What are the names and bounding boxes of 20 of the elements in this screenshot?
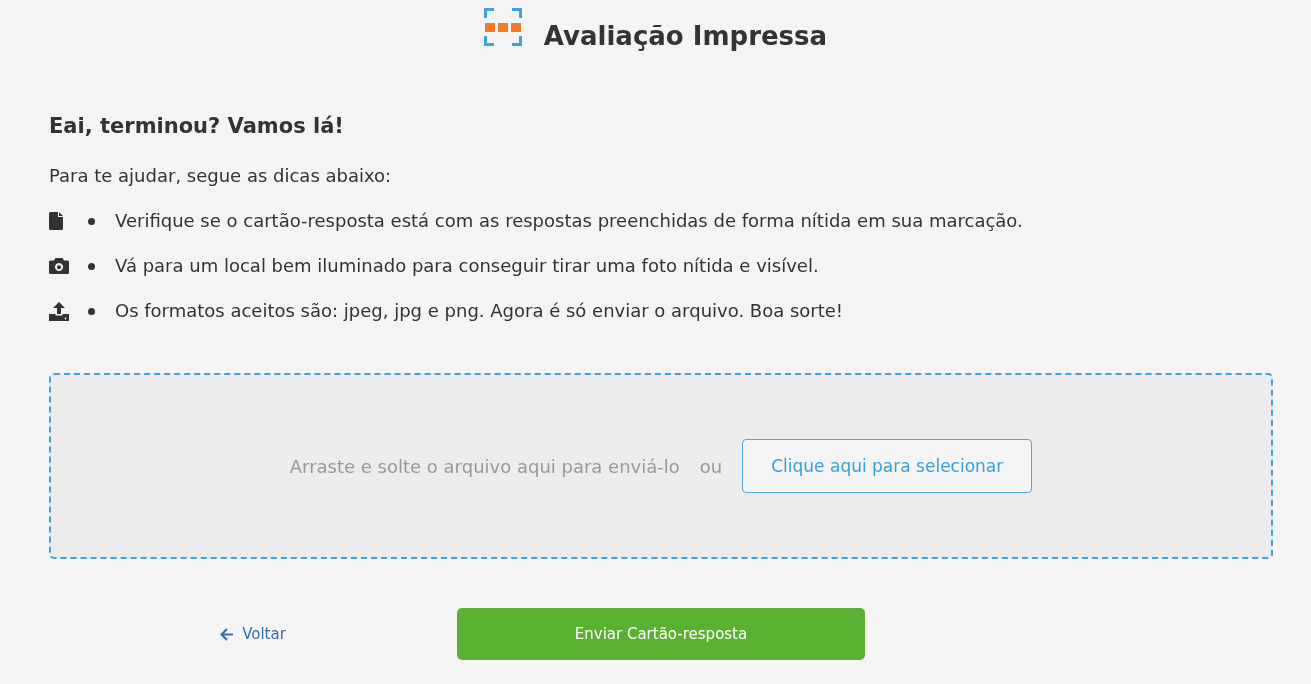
logo-icon xyxy=(483,8,522,46)
tip-text: Vá para um local bem iluminado para conseguir tirar uma foto nítida e visível. xyxy=(115,255,819,277)
or-text: ou xyxy=(699,455,723,477)
select-file-button[interactable]: Clique aqui para selecionar xyxy=(742,439,1033,493)
section-heading: Eai, terminou? Vamos lá! xyxy=(49,113,345,140)
tip-text: Verifique se o cartão-resposta está com as respostas preenchidas de forma nítida em sua marcação. xyxy=(115,210,1023,232)
left-arrow-icon xyxy=(220,627,235,641)
camera-icon xyxy=(49,258,69,274)
document-icon xyxy=(49,212,63,230)
file-drop-zone[interactable]: Arraste e solte o arquivo aqui para enviá-lo ou Clique aqui para selecionar xyxy=(49,373,1273,559)
tip-text: Os formatos aceitos são: jpeg, jpg e png. Agora é só enviar o arquivo. Boa sorte! xyxy=(115,300,844,322)
page-title: Avaliação Impressa xyxy=(543,20,828,53)
bullet-icon xyxy=(88,307,95,315)
bullet-icon xyxy=(88,262,95,270)
drop-hint-text: Arraste e solte o arquivo aqui para enviá-lo xyxy=(289,455,680,477)
instructions-text: Para te ajudar, segue as dicas abaixo: xyxy=(49,164,393,188)
submit-button[interactable]: Enviar Cartão-resposta xyxy=(457,608,865,660)
upload-icon xyxy=(49,301,69,321)
bullet-icon xyxy=(88,217,95,225)
back-link[interactable]: Voltar xyxy=(220,625,286,643)
